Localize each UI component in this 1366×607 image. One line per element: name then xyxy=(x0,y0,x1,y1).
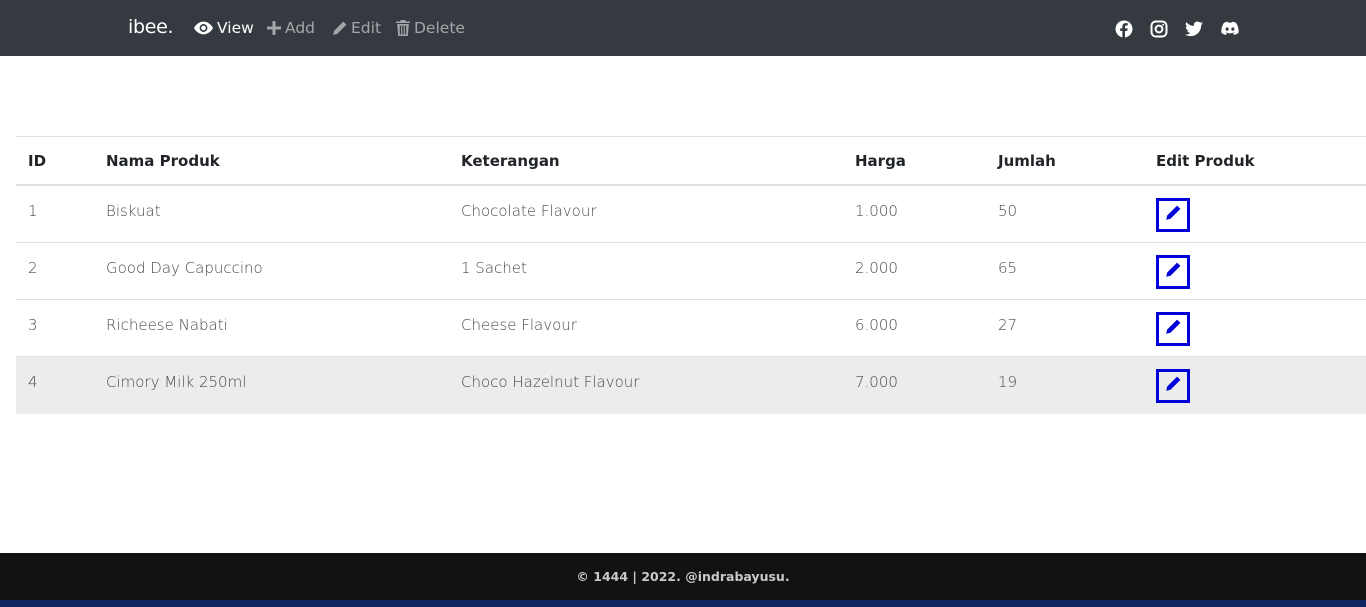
table-header: ID Nama Produk Keterangan Harga Jumlah E… xyxy=(16,136,1366,186)
trash-icon xyxy=(396,20,410,36)
nav-delete-label: Delete xyxy=(414,19,465,37)
pencil-icon xyxy=(1165,205,1181,225)
cell-keterangan: Cheese Flavour xyxy=(461,316,577,334)
pencil-icon xyxy=(1165,262,1181,282)
eye-icon xyxy=(194,21,213,35)
nav-edit-label: Edit xyxy=(351,19,382,37)
edit-product-button[interactable] xyxy=(1156,255,1190,289)
cell-jumlah: 65 xyxy=(998,259,1018,277)
facebook-icon[interactable] xyxy=(1115,20,1133,38)
cell-jumlah: 19 xyxy=(998,373,1018,391)
cell-jumlah: 50 xyxy=(998,202,1018,220)
cell-keterangan: Chocolate Flavour xyxy=(461,202,597,220)
edit-product-button[interactable] xyxy=(1156,369,1190,403)
nav-add-label: Add xyxy=(285,19,316,37)
discord-icon[interactable] xyxy=(1221,20,1239,38)
table-row: 1 Biskuat Chocolate Flavour 1.000 50 xyxy=(16,186,1366,243)
pencil-icon xyxy=(332,21,347,36)
cell-harga: 6.000 xyxy=(855,316,898,334)
footer-bar xyxy=(0,600,1366,607)
brand-logo[interactable]: ibee. xyxy=(128,16,174,38)
cell-keterangan: 1 Sachet xyxy=(461,259,527,277)
nav-view[interactable]: View xyxy=(194,18,254,38)
footer-copyright: © 1444 | 2022. @indrabayusu. xyxy=(576,569,790,584)
cell-keterangan: Choco Hazelnut Flavour xyxy=(461,373,640,391)
table-row: 4 Cimory Milk 250ml Choco Hazelnut Flavo… xyxy=(16,357,1366,414)
pencil-icon xyxy=(1165,319,1181,339)
header-id: ID xyxy=(28,151,47,170)
products-table: ID Nama Produk Keterangan Harga Jumlah E… xyxy=(16,136,1366,414)
footer: © 1444 | 2022. @indrabayusu. xyxy=(0,553,1366,600)
twitter-icon[interactable] xyxy=(1185,20,1203,38)
edit-product-button[interactable] xyxy=(1156,198,1190,232)
header-edit-produk: Edit Produk xyxy=(1156,151,1255,170)
cell-id: 2 xyxy=(28,259,38,277)
edit-product-button[interactable] xyxy=(1156,312,1190,346)
navbar: ibee. View Add Edit Delete xyxy=(0,0,1366,56)
cell-id: 3 xyxy=(28,316,38,334)
cell-id: 1 xyxy=(28,202,38,220)
cell-harga: 7.000 xyxy=(855,373,898,391)
nav-view-label: View xyxy=(217,19,254,37)
cell-nama: Richeese Nabati xyxy=(106,316,228,334)
cell-harga: 1.000 xyxy=(855,202,898,220)
cell-nama: Good Day Capuccino xyxy=(106,259,263,277)
cell-nama: Biskuat xyxy=(106,202,161,220)
cell-id: 4 xyxy=(28,373,38,391)
table-row: 2 Good Day Capuccino 1 Sachet 2.000 65 xyxy=(16,243,1366,300)
cell-nama: Cimory Milk 250ml xyxy=(106,373,247,391)
cell-harga: 2.000 xyxy=(855,259,898,277)
header-keterangan: Keterangan xyxy=(461,151,560,170)
nav-add[interactable]: Add xyxy=(267,18,315,38)
cell-jumlah: 27 xyxy=(998,316,1018,334)
nav-delete[interactable]: Delete xyxy=(396,18,465,38)
table-row: 3 Richeese Nabati Cheese Flavour 6.000 2… xyxy=(16,300,1366,357)
header-harga: Harga xyxy=(855,151,906,170)
header-nama-produk: Nama Produk xyxy=(106,151,220,170)
nav-edit[interactable]: Edit xyxy=(332,18,381,38)
header-jumlah: Jumlah xyxy=(998,151,1056,170)
pencil-icon xyxy=(1165,376,1181,396)
plus-icon xyxy=(267,21,281,35)
instagram-icon[interactable] xyxy=(1150,20,1168,38)
